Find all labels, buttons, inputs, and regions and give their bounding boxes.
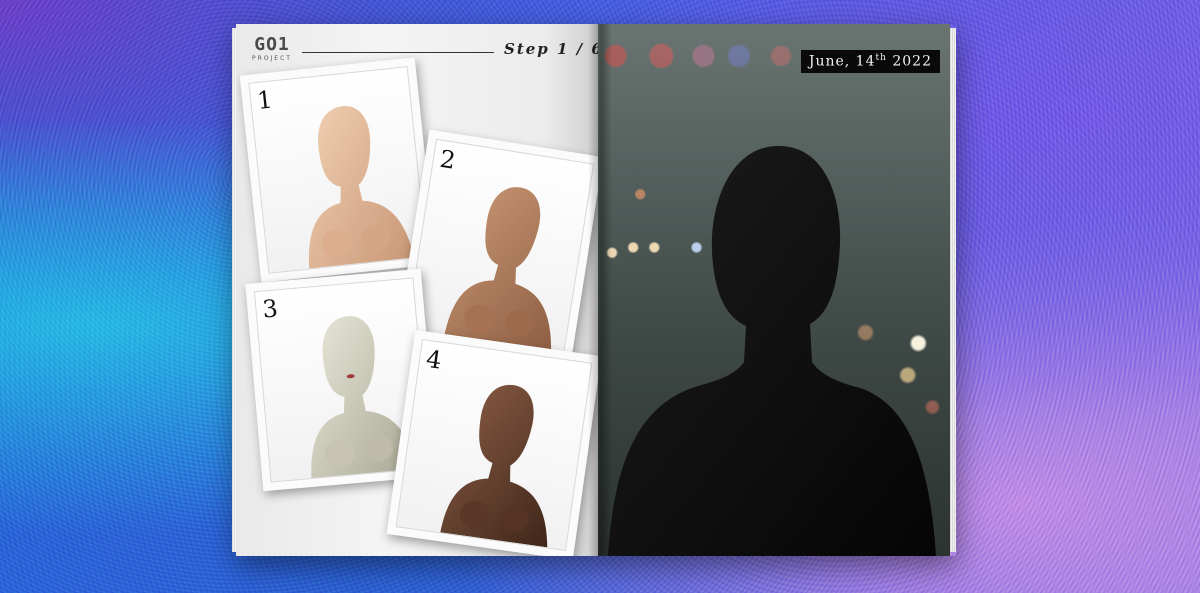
open-magazine: GO1 PROJECT Step 1 / 6 1 2 3 4 June, 14t…: [232, 24, 956, 556]
figure-2-image: [444, 187, 552, 353]
date-month-day: June, 14: [808, 53, 876, 70]
figure-1-image: [308, 106, 415, 269]
brand-logo-mark: GO1: [254, 34, 290, 55]
date-year: 2022: [886, 53, 932, 70]
header-rule: [302, 52, 494, 53]
photo-card-4-frame: 4: [395, 338, 593, 552]
date-ordinal-suffix: th: [875, 53, 887, 63]
photo-card-1: 1: [239, 57, 437, 283]
figure-4-image: [440, 384, 548, 548]
brand-logo: GO1 PROJECT: [250, 34, 294, 63]
photo-card-2-frame: 2: [405, 138, 595, 356]
silhouette-figure: [608, 145, 936, 556]
step-label: Step 1 / 6: [504, 40, 598, 58]
photo-card-1-frame: 1: [248, 66, 428, 274]
right-page: June, 14th 2022: [598, 24, 950, 556]
right-page-edges: [950, 28, 956, 552]
photo-card-4: 4: [386, 329, 598, 556]
photo-card-2: 2: [396, 129, 598, 365]
left-page: GO1 PROJECT Step 1 / 6 1 2 3 4: [236, 24, 598, 556]
date-badge: June, 14th 2022: [800, 50, 940, 73]
brand-logo-subtitle: PROJECT: [252, 55, 292, 62]
